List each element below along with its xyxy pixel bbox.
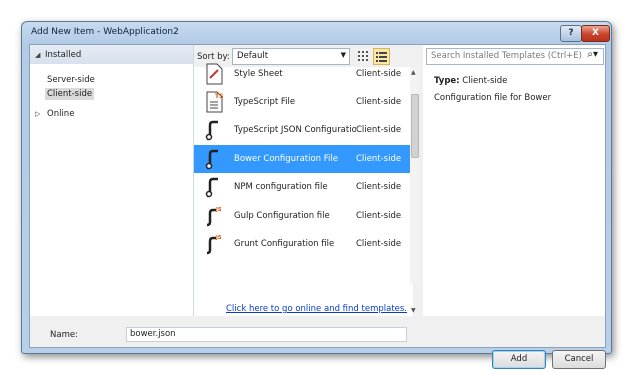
cancel-button[interactable]: Cancel [552,350,606,369]
item-category: Client-side [356,125,402,135]
list-item-bower-config[interactable]: Bower Configuration File Client-side [194,145,410,173]
item-name: Gulp Configuration file [234,211,330,221]
js-config-file-icon: JS [206,235,222,255]
item-name: Style Sheet [234,69,283,79]
item-name: NPM configuration file [234,182,328,192]
add-button[interactable]: Add [492,350,546,369]
typescript-file-icon: TS [206,91,223,113]
search-placeholder: Search Installed Templates (Ctrl+E) [431,51,582,61]
config-file-icon [205,120,218,141]
name-field[interactable]: bower.json [126,327,407,342]
item-name: TypeScript File [234,97,296,107]
item-name: Bower Configuration File [234,154,338,164]
collapse-icon[interactable]: ◢ [35,51,40,59]
template-list-panel: Sort by: Default ▼ Style Sheet Client-si… [194,45,419,316]
item-category: Client-side [356,97,402,107]
svg-text:JS: JS [215,235,222,241]
list-item-typescript-json[interactable]: TypeScript JSON Configuratio... Client-s… [194,116,410,144]
item-category: Client-side [356,182,402,192]
tree-node-online[interactable]: Online [47,109,74,119]
name-label: Name: [50,330,78,340]
expand-icon[interactable]: ▷ [35,110,40,118]
template-tree: ◢ Installed Server-side Client-side ▷ On… [30,45,194,316]
details-type: Type: Client-side [434,76,507,86]
item-category: Client-side [356,239,402,249]
svg-text:TS: TS [215,93,223,100]
dialog-body: ◢ Installed Server-side Client-side ▷ On… [29,44,606,369]
help-button[interactable]: ? [560,25,582,42]
type-label: Type: [434,76,460,86]
scroll-down-icon[interactable]: ▼ [411,307,416,314]
add-new-item-dialog: Add New Item - WebApplication2 ? X ◢ Ins… [21,21,612,369]
css-file-icon [206,63,223,85]
list-item-npm-config[interactable]: NPM configuration file Client-side [194,173,410,201]
item-name: TypeScript JSON Configuratio... [234,125,356,135]
tree-node-installed-label: Installed [45,50,82,60]
list-item-style-sheet[interactable]: Style Sheet Client-side [194,60,410,88]
type-value: Client-side [462,76,508,86]
name-value: bower.json [130,329,176,339]
item-category: Client-side [356,69,402,79]
details-description: Configuration file for Bower [434,93,552,103]
svg-text:JS: JS [215,207,222,213]
close-button[interactable]: X [581,25,610,42]
tree-node-server-side[interactable]: Server-side [45,74,97,86]
tree-node-client-side[interactable]: Client-side [45,88,95,100]
item-category: Client-side [356,211,402,221]
scroll-up-icon[interactable]: ▲ [411,69,416,76]
scroll-thumb[interactable] [411,94,419,158]
title-bar[interactable]: Add New Item - WebApplication2 ? X [22,22,611,44]
search-icon[interactable]: ⌕▾ [587,49,598,60]
list-item-typescript-file[interactable]: TS TypeScript File Client-side [194,88,410,116]
template-list-scrollbar[interactable]: ▲ ▼ [410,67,419,314]
item-category: Client-side [356,154,402,164]
list-item-grunt-config[interactable]: JS Grunt Configuration file Client-side [194,230,410,258]
config-file-icon [205,177,218,198]
tree-node-installed[interactable]: ◢ Installed [30,45,193,64]
list-item-gulp-config[interactable]: JS Gulp Configuration file Client-side [194,202,410,230]
search-templates-field[interactable]: Search Installed Templates (Ctrl+E) ⌕▾ [426,48,604,65]
window-title: Add New Item - WebApplication2 [31,27,179,37]
chevron-down-icon: ▼ [340,51,346,59]
item-name: Grunt Configuration file [234,239,335,249]
find-templates-online-link[interactable]: Click here to go online and find templat… [226,304,407,314]
template-list: Style Sheet Client-side TS TypeScript Fi… [194,63,410,282]
js-config-file-icon: JS [206,207,222,227]
config-file-icon [205,149,218,170]
